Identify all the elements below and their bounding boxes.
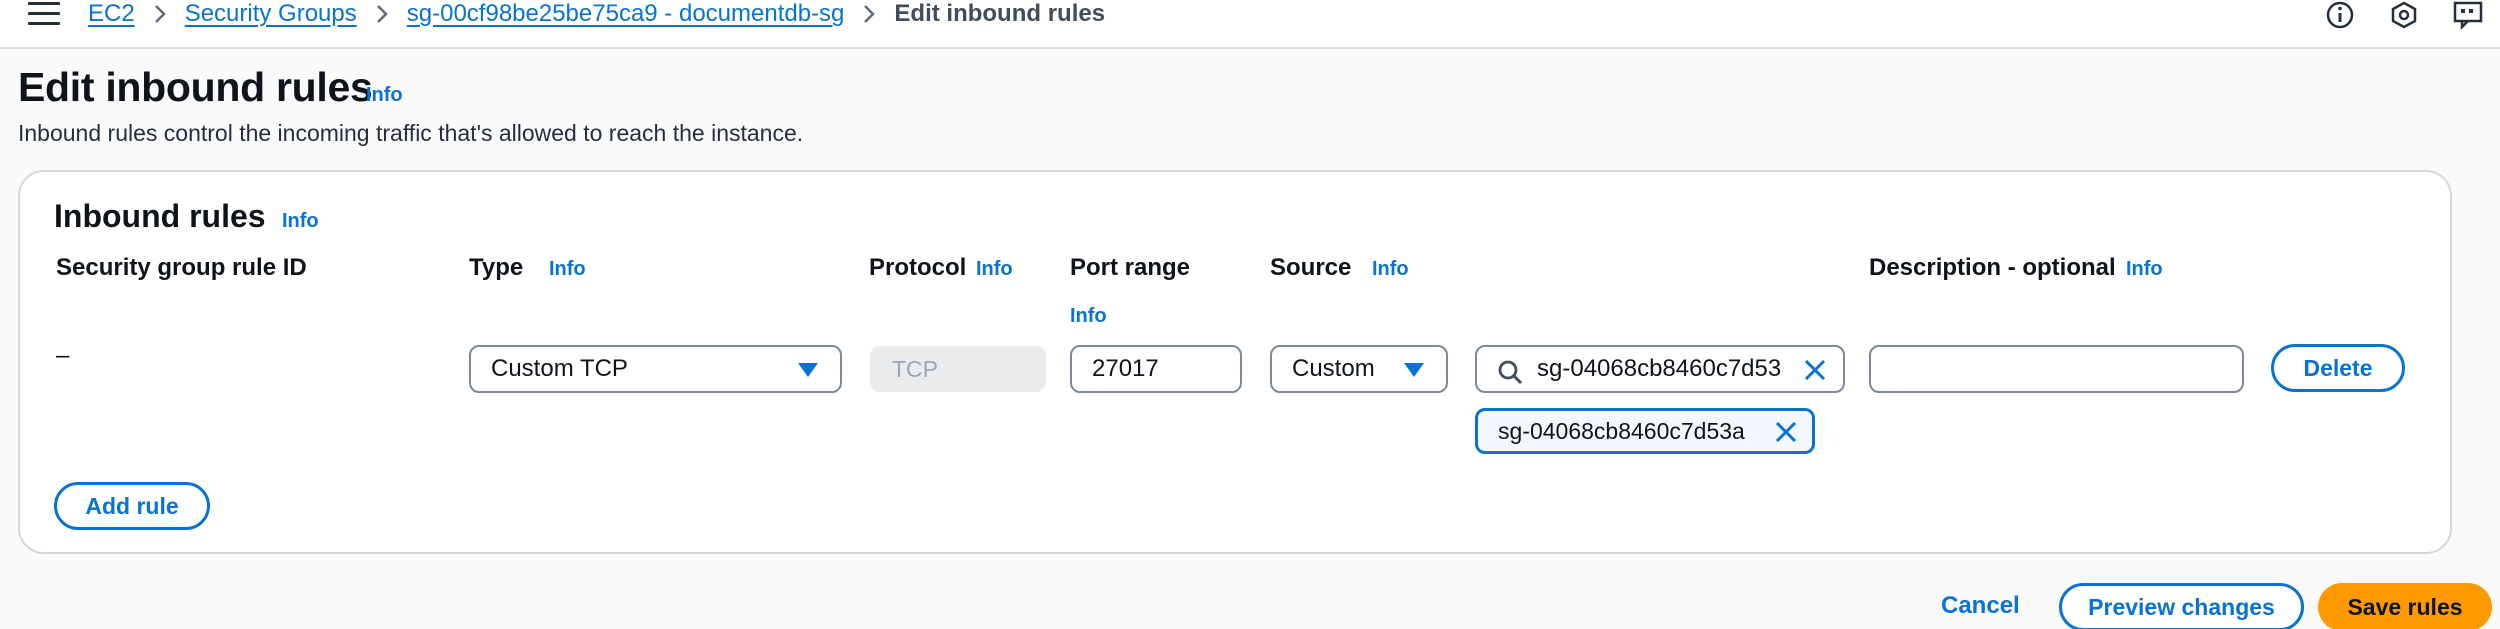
page-title: Edit inbound rules bbox=[18, 64, 373, 110]
source-type-select[interactable]: Custom bbox=[1270, 345, 1448, 393]
delete-rule-button[interactable]: Delete bbox=[2271, 344, 2405, 392]
description-input[interactable] bbox=[1869, 345, 2244, 393]
info-circle-icon[interactable] bbox=[2308, 0, 2372, 32]
caret-down-icon bbox=[798, 363, 818, 377]
type-select-value: Custom TCP bbox=[491, 355, 628, 382]
protocol-value: TCP bbox=[892, 355, 938, 382]
breadcrumb-ec2[interactable]: EC2 bbox=[88, 0, 135, 28]
caret-down-icon bbox=[1404, 363, 1424, 377]
menu-icon[interactable] bbox=[28, 2, 60, 26]
top-navigation: EC2 Security Groups sg-00cf98be25be75ca9… bbox=[0, 0, 2500, 49]
column-source: Source bbox=[1270, 254, 1352, 281]
port-range-input[interactable]: 27017 bbox=[1070, 345, 1242, 393]
preview-changes-button[interactable]: Preview changes bbox=[2059, 583, 2304, 629]
protocol-info-link[interactable]: Info bbox=[976, 258, 1013, 281]
remove-token-icon[interactable] bbox=[1774, 420, 1798, 450]
breadcrumb-security-group[interactable]: sg-00cf98be25be75ca9 - documentdb-sg bbox=[407, 0, 845, 28]
inbound-rules-panel: Inbound rules Info Security group rule I… bbox=[18, 170, 2452, 554]
description-info-link[interactable]: Info bbox=[2126, 258, 2163, 281]
panel-info-link[interactable]: Info bbox=[282, 210, 319, 233]
settings-hexagon-icon[interactable] bbox=[2372, 0, 2436, 32]
source-info-link[interactable]: Info bbox=[1372, 258, 1409, 281]
type-info-link[interactable]: Info bbox=[549, 258, 586, 281]
panel-title: Inbound rules bbox=[54, 198, 266, 234]
search-icon bbox=[1497, 359, 1523, 392]
column-protocol: Protocol bbox=[869, 254, 967, 281]
cancel-button[interactable]: Cancel bbox=[1941, 592, 2020, 620]
type-select[interactable]: Custom TCP bbox=[469, 345, 842, 393]
rule-id-value: – bbox=[56, 342, 70, 369]
column-description: Description - optional bbox=[1869, 254, 2116, 281]
source-token-label: sg-04068cb8460c7d53a bbox=[1498, 417, 1745, 444]
chevron-right-icon bbox=[375, 3, 389, 25]
breadcrumb-current: Edit inbound rules bbox=[894, 0, 1106, 27]
breadcrumb-security-groups[interactable]: Security Groups bbox=[185, 0, 357, 28]
protocol-field: TCP bbox=[870, 346, 1046, 392]
column-type: Type bbox=[469, 254, 524, 281]
page-info-link[interactable]: Info bbox=[366, 84, 403, 107]
feedback-icon[interactable] bbox=[2436, 0, 2500, 32]
column-port-range: Port range bbox=[1070, 254, 1191, 281]
clear-icon[interactable] bbox=[1803, 358, 1827, 389]
source-search-input[interactable]: sg-04068cb8460c7d53 bbox=[1475, 345, 1845, 393]
chevron-right-icon bbox=[153, 3, 167, 25]
page-description: Inbound rules control the incoming traff… bbox=[18, 120, 804, 146]
add-rule-button[interactable]: Add rule bbox=[54, 482, 210, 530]
column-rule-id: Security group rule ID bbox=[56, 254, 307, 281]
utility-icons bbox=[2308, 0, 2500, 32]
source-token: sg-04068cb8460c7d53a bbox=[1475, 408, 1815, 454]
source-type-value: Custom bbox=[1292, 355, 1375, 382]
port-range-info-link[interactable]: Info bbox=[1070, 305, 1107, 328]
chevron-right-icon bbox=[862, 3, 876, 25]
save-rules-button[interactable]: Save rules bbox=[2318, 583, 2492, 629]
source-search-value: sg-04068cb8460c7d53 bbox=[1537, 355, 1782, 382]
breadcrumb: EC2 Security Groups sg-00cf98be25be75ca9… bbox=[88, 0, 1105, 30]
port-range-value: 27017 bbox=[1092, 355, 1159, 382]
